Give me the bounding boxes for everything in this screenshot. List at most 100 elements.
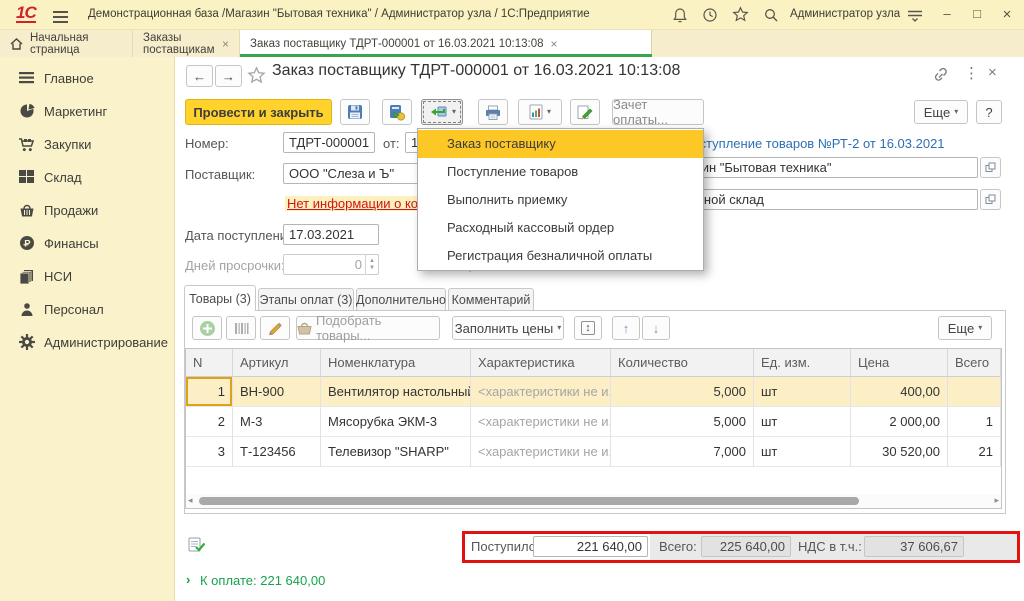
menu-item-cash-outflow-order[interactable]: Расходный кассовый ордер bbox=[418, 214, 703, 242]
search-icon[interactable] bbox=[763, 7, 779, 23]
move-up-button[interactable]: ↑ bbox=[612, 316, 640, 340]
current-user[interactable]: Администратор узла bbox=[790, 8, 900, 20]
cell-characteristic[interactable]: <характеристики не и... bbox=[471, 377, 611, 407]
warehouse-input[interactable]: Основной склад bbox=[660, 189, 978, 210]
table-row[interactable]: 3 Т-123456 Телевизор "SHARP" <характерис… bbox=[186, 437, 1002, 467]
more-dots-icon[interactable]: ⋮ bbox=[964, 64, 979, 82]
table-row[interactable]: 1 ВН-900 Вентилятор настольный <характер… bbox=[186, 377, 1002, 407]
cell-price[interactable]: 30 520,00 bbox=[851, 437, 948, 467]
menu-item-goods-receipt[interactable]: Поступление товаров bbox=[418, 158, 703, 186]
create-based-on-button[interactable]: ▾ bbox=[421, 99, 463, 125]
reports-button[interactable]: ▾ bbox=[518, 99, 562, 125]
received-input[interactable]: 221 640,00 bbox=[533, 536, 648, 557]
edit-row-button[interactable] bbox=[260, 316, 290, 340]
cell-unit[interactable]: шт bbox=[754, 407, 851, 437]
forward-button[interactable]: → bbox=[215, 65, 242, 87]
cell-n[interactable]: 3 bbox=[186, 437, 233, 467]
sidebar-item-administration[interactable]: Администрирование bbox=[0, 327, 175, 357]
scrollbar-thumb[interactable] bbox=[199, 497, 859, 505]
sidebar-item-main[interactable]: Главное bbox=[0, 63, 175, 93]
expand-rows-button[interactable]: ↕ bbox=[574, 316, 602, 340]
cell-nomenclature[interactable]: Вентилятор настольный bbox=[321, 377, 471, 407]
menu-item-supplier-order[interactable]: Заказ поставщику bbox=[418, 130, 703, 158]
organization-input[interactable]: Магазин "Бытовая техника" bbox=[660, 157, 978, 178]
chevron-right-icon[interactable]: › bbox=[186, 572, 190, 587]
more-button[interactable]: Еще ▾ bbox=[914, 100, 968, 124]
print-button[interactable] bbox=[478, 99, 508, 125]
cell-quantity[interactable]: 7,000 bbox=[611, 437, 754, 467]
edit-button[interactable] bbox=[570, 99, 600, 125]
post-and-close-button[interactable]: Провести и закрыть bbox=[185, 99, 332, 125]
warehouse-open-button[interactable] bbox=[980, 189, 1001, 210]
page-tab-additional[interactable]: Дополнительно bbox=[356, 288, 446, 311]
receipt-date-input[interactable]: 17.03.2021 bbox=[283, 224, 379, 245]
tab-close-icon[interactable]: × bbox=[222, 37, 229, 51]
horizontal-scrollbar[interactable]: ◂ ▸ bbox=[186, 494, 1001, 508]
to-pay-link[interactable]: К оплате: 221 640,00 bbox=[200, 573, 325, 588]
favorite-star-icon[interactable] bbox=[247, 66, 266, 85]
cell-price[interactable]: 400,00 bbox=[851, 377, 948, 407]
organization-open-button[interactable] bbox=[980, 157, 1001, 178]
tab-supplier-orders[interactable]: Заказы поставщикам × bbox=[133, 30, 240, 57]
cell-article[interactable]: М-3 bbox=[233, 407, 321, 437]
notifications-bell-icon[interactable] bbox=[672, 7, 688, 23]
cell-characteristic[interactable]: <характеристики не и... bbox=[471, 407, 611, 437]
window-close-button[interactable]: × bbox=[996, 6, 1018, 23]
pick-goods-button[interactable]: Подобрать товары... bbox=[296, 316, 440, 340]
sidebar-item-personnel[interactable]: Персонал bbox=[0, 294, 175, 324]
service-menu-icon[interactable] bbox=[906, 9, 924, 23]
minimize-button[interactable]: – bbox=[936, 6, 958, 21]
fill-prices-button[interactable]: Заполнить цены ▾ bbox=[452, 316, 564, 340]
sidebar-item-sales[interactable]: Продажи bbox=[0, 195, 175, 225]
page-tab-payment-stages[interactable]: Этапы оплат (3) bbox=[258, 288, 354, 311]
cell-total[interactable] bbox=[948, 377, 1001, 407]
cell-unit[interactable]: шт bbox=[754, 377, 851, 407]
back-button[interactable]: ← bbox=[186, 65, 213, 87]
tab-home[interactable]: Начальная страница bbox=[0, 30, 133, 57]
page-tab-comment[interactable]: Комментарий bbox=[448, 288, 534, 311]
cell-nomenclature[interactable]: Телевизор "SHARP" bbox=[321, 437, 471, 467]
favorites-star-icon[interactable] bbox=[732, 6, 749, 23]
cell-quantity[interactable]: 5,000 bbox=[611, 407, 754, 437]
sidebar-item-warehouse[interactable]: Склад bbox=[0, 162, 175, 192]
offset-payment-button[interactable]: Зачет оплаты... bbox=[612, 99, 704, 125]
scroll-left-icon[interactable]: ◂ bbox=[188, 495, 193, 506]
sidebar-item-purchases[interactable]: Закупки bbox=[0, 129, 175, 159]
save-button[interactable] bbox=[340, 99, 370, 125]
receipt-document-link[interactable]: Поступление товаров №РТ-2 от 16.03.2021 bbox=[683, 136, 945, 151]
no-contact-info-link[interactable]: Нет информации о кон bbox=[285, 196, 427, 211]
barcode-scan-button[interactable] bbox=[226, 316, 256, 340]
get-link-icon[interactable] bbox=[932, 67, 949, 82]
maximize-button[interactable]: □ bbox=[966, 6, 988, 21]
sidebar-item-finance[interactable]: Р Финансы bbox=[0, 228, 175, 258]
scroll-right-icon[interactable]: ▸ bbox=[994, 495, 999, 506]
table-row[interactable]: 2 М-3 Мясорубка ЭКМ-3 <характеристики не… bbox=[186, 407, 1002, 437]
page-tab-goods[interactable]: Товары (3) bbox=[184, 285, 256, 311]
history-icon[interactable] bbox=[702, 7, 718, 23]
table-more-button[interactable]: Еще ▾ bbox=[938, 316, 992, 340]
cell-article[interactable]: Т-123456 bbox=[233, 437, 321, 467]
number-input[interactable]: ТДРТ-000001 bbox=[283, 132, 375, 153]
spin-up-icon[interactable]: ▲ bbox=[369, 258, 375, 265]
menu-item-perform-acceptance[interactable]: Выполнить приемку bbox=[418, 186, 703, 214]
cell-article[interactable]: ВН-900 bbox=[233, 377, 321, 407]
spinner-control[interactable]: ▲ ▼ bbox=[365, 254, 378, 275]
tab-close-icon[interactable]: × bbox=[551, 37, 558, 51]
cell-total[interactable]: 21 bbox=[948, 437, 1001, 467]
main-menu-icon[interactable] bbox=[53, 8, 68, 26]
help-button[interactable]: ? bbox=[976, 100, 1002, 124]
cell-unit[interactable]: шт bbox=[754, 437, 851, 467]
sidebar-item-marketing[interactable]: Маркетинг bbox=[0, 96, 175, 126]
sidebar-item-nsi[interactable]: НСИ bbox=[0, 261, 175, 291]
add-row-button[interactable] bbox=[192, 316, 222, 340]
post-document-button[interactable] bbox=[382, 99, 412, 125]
menu-item-cashless-payment-registration[interactable]: Регистрация безналичной оплаты bbox=[418, 242, 703, 270]
cell-total[interactable]: 1 bbox=[948, 407, 1001, 437]
cell-n[interactable]: 1 bbox=[186, 377, 233, 407]
cell-n[interactable]: 2 bbox=[186, 407, 233, 437]
cell-price[interactable]: 2 000,00 bbox=[851, 407, 948, 437]
cell-nomenclature[interactable]: Мясорубка ЭКМ-3 bbox=[321, 407, 471, 437]
cell-characteristic[interactable]: <характеристики не и... bbox=[471, 437, 611, 467]
move-down-button[interactable]: ↓ bbox=[642, 316, 670, 340]
cell-quantity[interactable]: 5,000 bbox=[611, 377, 754, 407]
